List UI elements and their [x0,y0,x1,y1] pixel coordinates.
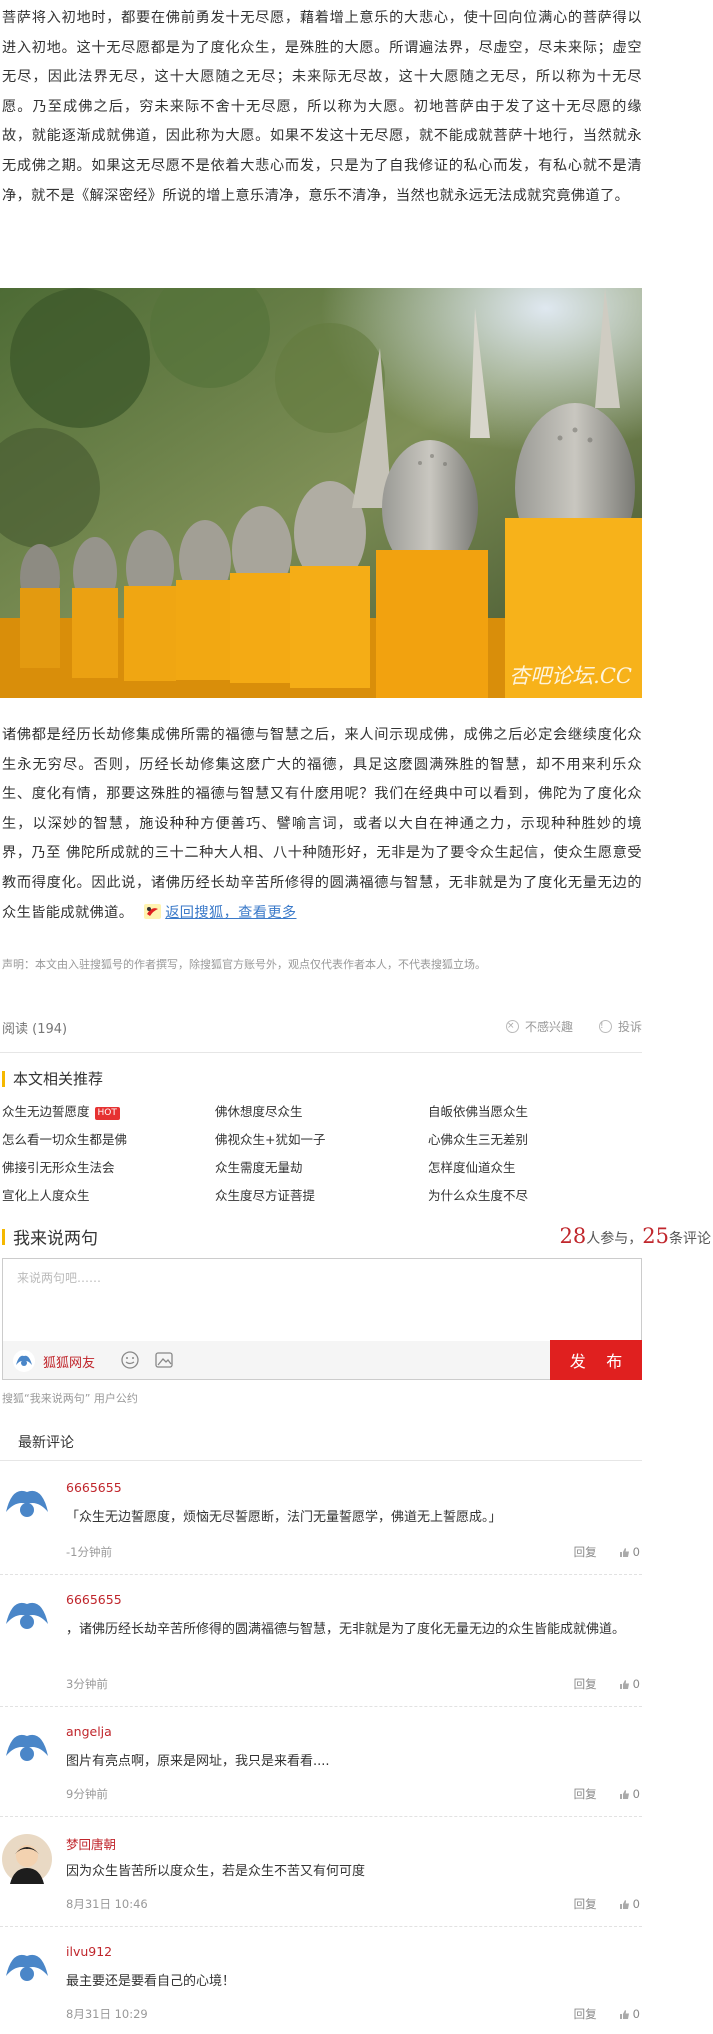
reply-button[interactable]: 回复 [574,1896,597,1912]
divider [0,1052,642,1053]
report-button[interactable]: ! 投诉 [598,1018,642,1035]
reply-button[interactable]: 回复 [574,1786,597,1802]
comment-section-title: 我来说两句 [13,1229,98,1249]
participant-count: 28 [559,1224,587,1248]
comment-time: 9分钟前 [66,1787,108,1801]
comment-input[interactable]: 来说两句吧…… [17,1269,101,1286]
related-title: 本文相关推荐 [13,1070,104,1088]
emoji-icon[interactable] [121,1351,139,1369]
report-label: 投诉 [617,1020,642,1034]
like-button[interactable]: 0 [619,1786,640,1802]
back-to-sohu-link[interactable]: 返回搜狐，查看更多 [165,905,296,921]
related-link[interactable]: 为什么众生度不尽 [428,1186,642,1206]
related-link[interactable]: 众生无边誓愿度 HOT [2,1102,215,1122]
not-interested-button[interactable]: × 不感兴趣 [505,1018,573,1035]
image-icon[interactable] [155,1351,173,1369]
author-statement: 声明：本文由入驻搜狐号的作者撰写，除搜狐官方账号外，观点仅代表作者本人，不代表搜… [2,958,486,971]
avatar-icon [2,1592,52,1642]
latest-comments-title: 最新评论 [18,1435,74,1451]
related-link[interactable]: 众生度尽方证菩提 [215,1186,428,1206]
current-user-name: 狐狐网友 [43,1355,96,1371]
related-link[interactable]: 佛接引无形众生法会 [2,1158,215,1178]
comment-time: 8月31日 10:46 [66,1897,148,1911]
avatar-icon [2,1944,52,1994]
read-count: 阅读 (194) [2,1022,68,1037]
comment-count-label: 条评论 [669,1231,711,1247]
photo-watermark: 杏吧论坛.CC [509,664,632,688]
comment-divider [0,1574,642,1575]
article-paragraph-2-text: 诸佛都是经历长劫修集成佛所需的福德与智慧之后，来人间示现成佛，成佛之后必定会继续… [2,727,642,921]
section-bar [2,1228,5,1245]
comment-text: 图片有亮点啊，原来是网址，我只是来看看.... [66,1754,330,1769]
article-meta-row: 阅读 (194) × 不感兴趣 ! 投诉 [2,1018,642,1040]
comment-toolbar: 狐狐网友 发 布 [3,1340,642,1380]
comment-count: 25 [642,1224,669,1248]
like-button[interactable]: 0 [619,1544,640,1560]
article-photo-buddha-statues: 杏吧论坛.CC [0,288,642,698]
comment-section-heading: 我来说两句 [2,1224,98,1249]
like-count: 0 [632,1787,640,1801]
comment-time: 3分钟前 [66,1677,108,1691]
like-button[interactable]: 0 [619,1896,640,1912]
not-interested-label: 不感兴趣 [524,1020,573,1034]
related-link[interactable]: 自皈依佛当愿众生 [428,1102,642,1122]
article-paragraph-2: 诸佛都是经历长劫修集成佛所需的福德与智慧之后，来人间示现成佛，成佛之后必定会继续… [2,721,642,928]
related-link[interactable]: 怎样度仙道众生 [428,1158,642,1178]
avatar-icon [2,1834,52,1884]
comment-user[interactable]: 6665655 [66,1480,122,1495]
comment-stats: 28人参与，25条评论 [560,1224,711,1248]
comment-divider [0,1926,642,1927]
thumb-up-icon [619,2009,629,2019]
like-count: 0 [632,1677,640,1691]
related-section-heading: 本文相关推荐 [2,1068,103,1089]
related-link[interactable]: 怎么看一切众生都是佛 [2,1130,215,1150]
comment-text: 「众生无边誓愿度，烦恼无尽誓愿断，法门无量誓愿学，佛道无上誓愿成。」 [66,1510,502,1525]
hot-badge: HOT [94,1107,120,1120]
thumb-up-icon [619,1899,629,1909]
current-user[interactable]: 狐狐网友 [13,1350,95,1372]
comment-text: ，诸佛历经长劫辛苦所修得的圆满福德与智慧，无非就是为了度化无量无边的众生皆能成就… [66,1622,626,1637]
report-icon: ! [598,1020,612,1033]
like-count: 0 [632,2007,640,2021]
avatar-icon [2,1480,52,1530]
comment-box: 来说两句吧…… 狐狐网友 发 布 [2,1258,642,1380]
reply-button[interactable]: 回复 [574,1544,597,1560]
thumb-up-icon [619,1679,629,1689]
related-link[interactable]: 众生需度无量劫 [215,1158,428,1178]
avatar-icon [2,1724,52,1774]
related-link[interactable]: 心佛众生三无差别 [428,1130,642,1150]
comment-user[interactable]: ilvu912 [66,1944,112,1959]
reply-button[interactable]: 回复 [574,2006,597,2022]
reply-button[interactable]: 回复 [574,1676,597,1692]
submit-comment-button[interactable]: 发 布 [550,1340,642,1380]
related-link[interactable]: 佛休想度尽众生 [215,1102,428,1122]
article-paragraph-1: 菩萨将入初地时，都要在佛前勇发十无尽愿，藉着增上意乐的大悲心，使十回向位满心的菩… [2,10,642,204]
divider [0,1460,642,1461]
section-bar [2,1070,5,1087]
like-button[interactable]: 0 [619,1676,640,1692]
comment-time: -1分钟前 [66,1545,112,1559]
comment-divider [0,1706,642,1707]
like-count: 0 [632,1545,640,1559]
user-pact-link[interactable]: 搜狐“我来说两句” 用户公约 [2,1390,138,1406]
comment-text: 最主要还是要看自己的心境！ [66,1974,236,1989]
comment-user[interactable]: 6665655 [66,1592,122,1607]
thumb-up-icon [619,1789,629,1799]
like-count: 0 [632,1897,640,1911]
comment-divider [0,1816,642,1817]
related-link[interactable]: 佛视众生+犹如一子 [215,1130,428,1150]
comment-user[interactable]: angelja [66,1724,112,1739]
comment-text: 因为众生皆苦所以度众生，若是众生不苦又有何可度 [66,1864,366,1879]
sohu-logo-icon [144,903,162,919]
comment-time: 8月31日 10:29 [66,2007,148,2021]
like-button[interactable]: 0 [619,2006,640,2022]
thumb-up-icon [619,1547,629,1557]
avatar-icon [13,1350,35,1372]
comment-user[interactable]: 梦回唐朝 [66,1834,116,1853]
related-list: 众生无边誓愿度 HOT 佛休想度尽众生 自皈依佛当愿众生 怎么看一切众生都是佛 佛… [2,1102,642,1206]
related-link[interactable]: 宣化上人度众生 [2,1186,215,1206]
not-interested-icon: × [505,1020,519,1033]
participant-label: 人参与， [586,1231,643,1247]
